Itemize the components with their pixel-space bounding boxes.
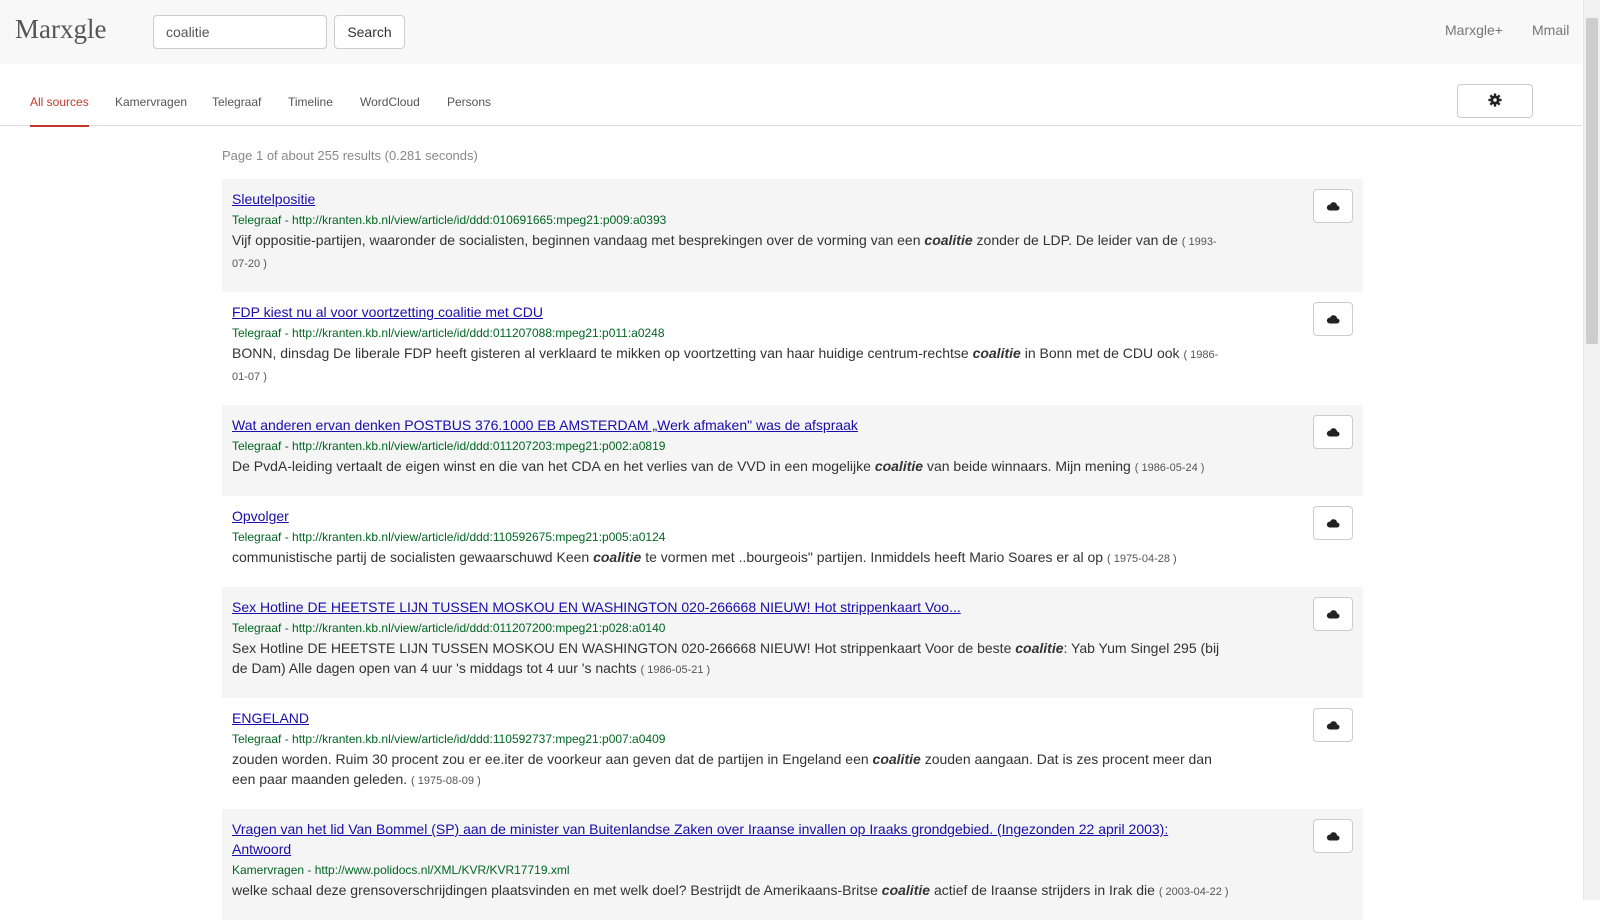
result-snippet: Vijf oppositie-partijen, waaronder de so… (232, 230, 1232, 274)
result-title-link[interactable]: Opvolger (232, 506, 1192, 526)
cloud-button[interactable] (1313, 708, 1353, 742)
result-source-url: Telegraaf - http://kranten.kb.nl/view/ar… (232, 732, 666, 746)
result-item: Opvolger Telegraaf - http://kranten.kb.n… (222, 496, 1363, 587)
cloud-button[interactable] (1313, 819, 1353, 853)
result-date: ( 1975-08-09 ) (411, 775, 481, 787)
settings-button[interactable] (1457, 84, 1533, 118)
cloud-icon (1326, 428, 1340, 437)
top-navbar: Marxgle Search Marxgle+ Mmail (0, 0, 1582, 65)
tab-wordcloud[interactable]: WordCloud (360, 95, 420, 125)
result-item: Sleutelpositie Telegraaf - http://krante… (222, 179, 1363, 292)
result-source: Telegraaf (232, 439, 282, 453)
result-item: FDP kiest nu al voor voortzetting coalit… (222, 292, 1363, 405)
result-title-link[interactable]: Vragen van het lid Van Bommel (SP) aan d… (232, 819, 1192, 859)
result-source: Kamervragen (232, 863, 305, 877)
result-date: ( 2003-04-22 ) (1158, 886, 1229, 898)
result-item: Wat anderen ervan denken POSTBUS 376.100… (222, 405, 1363, 496)
snippet-highlight: coalitie (593, 549, 642, 565)
snippet-highlight: coalitie (1015, 640, 1064, 656)
snippet-text: in Bonn met de CDU ook (1024, 345, 1180, 361)
scrollbar-thumb[interactable] (1586, 18, 1598, 344)
result-snippet: De PvdA-leiding vertaalt de eigen winst … (232, 456, 1232, 478)
tab-persons[interactable]: Persons (447, 95, 491, 125)
cloud-icon (1326, 832, 1340, 841)
result-snippet: zouden worden. Ruim 30 procent zou er ee… (232, 749, 1232, 791)
tab-all-sources[interactable]: All sources (30, 95, 89, 127)
cloud-button[interactable] (1313, 189, 1353, 223)
marxgle-plus-link[interactable]: Marxgle+ (1445, 22, 1503, 38)
snippet-highlight: coalitie (972, 345, 1021, 361)
cloud-icon (1326, 315, 1340, 324)
snippet-text: zonder de LDP. De leider van de (976, 232, 1178, 248)
tab-timeline[interactable]: Timeline (288, 95, 333, 125)
cloud-icon (1326, 519, 1340, 528)
snippet-text: Sex Hotline DE HEETSTE LIJN TUSSEN MOSKO… (232, 640, 1012, 656)
result-item: ENGELAND Telegraaf - http://kranten.kb.n… (222, 698, 1363, 809)
result-snippet: Sex Hotline DE HEETSTE LIJN TUSSEN MOSKO… (232, 638, 1232, 680)
snippet-text: van beide winnaars. Mijn mening (926, 458, 1131, 474)
result-source-url: Kamervragen - http://www.polidocs.nl/XML… (232, 863, 570, 877)
result-url: http://kranten.kb.nl/view/article/id/ddd… (292, 732, 666, 746)
snippet-text: actief de Iraanse strijders in Irak die (933, 882, 1155, 898)
snippet-highlight: coalitie (881, 882, 931, 898)
result-date: ( 1986-05-21 ) (640, 664, 711, 676)
result-source-url: Telegraaf - http://kranten.kb.nl/view/ar… (232, 530, 666, 544)
result-source: Telegraaf (232, 621, 282, 635)
cloud-button[interactable] (1313, 597, 1353, 631)
cloud-icon (1326, 721, 1340, 730)
result-url: http://www.polidocs.nl/XML/KVR/KVR17719.… (314, 863, 570, 877)
snippet-text: BONN, dinsdag De liberale FDP heeft gist… (232, 345, 969, 361)
search-input[interactable] (153, 15, 327, 49)
cloud-icon (1326, 610, 1340, 619)
result-item: Sex Hotline DE HEETSTE LIJN TUSSEN MOSKO… (222, 587, 1363, 698)
snippet-text: De PvdA-leiding vertaalt de eigen winst … (232, 458, 871, 474)
result-title-link[interactable]: ENGELAND (232, 708, 1192, 728)
result-url: http://kranten.kb.nl/view/article/id/ddd… (292, 530, 666, 544)
search-button[interactable]: Search (334, 15, 405, 49)
result-snippet: communistische partij de socialisten gew… (232, 547, 1232, 569)
result-source-url: Telegraaf - http://kranten.kb.nl/view/ar… (232, 621, 666, 635)
tab-telegraaf[interactable]: Telegraaf (212, 95, 261, 125)
result-url: http://kranten.kb.nl/view/article/id/ddd… (292, 621, 666, 635)
result-source: Telegraaf (232, 732, 282, 746)
snippet-highlight: coalitie (872, 751, 921, 767)
cloud-button[interactable] (1313, 506, 1353, 540)
result-date: ( 1986-05-24 ) (1134, 462, 1205, 474)
result-source-url: Telegraaf - http://kranten.kb.nl/view/ar… (232, 439, 666, 453)
result-source-url: Telegraaf - http://kranten.kb.nl/view/ar… (232, 326, 665, 340)
result-title-link[interactable]: Wat anderen ervan denken POSTBUS 376.100… (232, 415, 1192, 435)
snippet-highlight: coalitie (924, 232, 973, 248)
snippet-text: te vormen met ..bourgeois" partijen. Inm… (645, 549, 1104, 565)
result-date: ( 1975-04-28 ) (1106, 553, 1177, 565)
brand-logo[interactable]: Marxgle (15, 14, 106, 45)
result-title-link[interactable]: FDP kiest nu al voor voortzetting coalit… (232, 302, 1192, 322)
result-source-url: Telegraaf - http://kranten.kb.nl/view/ar… (232, 213, 667, 227)
snippet-highlight: coalitie (874, 458, 924, 474)
result-source: Telegraaf (232, 213, 282, 227)
result-url: http://kranten.kb.nl/view/article/id/ddd… (292, 439, 666, 453)
page-scrollbar[interactable] (1583, 0, 1600, 900)
snippet-text: welke schaal deze grensoverschrijdingen … (232, 882, 878, 898)
snippet-text: Vijf oppositie-partijen, waaronder de so… (232, 232, 921, 248)
result-url: http://kranten.kb.nl/view/article/id/ddd… (292, 213, 667, 227)
result-snippet: BONN, dinsdag De liberale FDP heeft gist… (232, 343, 1232, 387)
mmail-link[interactable]: Mmail (1532, 22, 1569, 38)
source-tabs: All sources Kamervragen Telegraaf Timeli… (0, 64, 1582, 127)
snippet-text: communistische partij de socialisten gew… (232, 549, 590, 565)
gear-icon (1488, 92, 1502, 110)
results-meta: Page 1 of about 255 results (0.281 secon… (222, 148, 478, 163)
result-title-link[interactable]: Sleutelpositie (232, 189, 1192, 209)
result-title-link[interactable]: Sex Hotline DE HEETSTE LIJN TUSSEN MOSKO… (232, 597, 1192, 617)
result-source: Telegraaf (232, 530, 282, 544)
tab-kamervragen[interactable]: Kamervragen (115, 95, 187, 125)
cloud-button[interactable] (1313, 415, 1353, 449)
cloud-icon (1326, 202, 1340, 211)
snippet-text: zouden worden. Ruim 30 procent zou er ee… (232, 751, 869, 767)
result-source: Telegraaf (232, 326, 282, 340)
results-list: Sleutelpositie Telegraaf - http://krante… (222, 179, 1363, 920)
result-item: Vragen van het lid Van Bommel (SP) aan d… (222, 809, 1363, 920)
cloud-button[interactable] (1313, 302, 1353, 336)
result-snippet: welke schaal deze grensoverschrijdingen … (232, 880, 1232, 902)
result-url: http://kranten.kb.nl/view/article/id/ddd… (292, 326, 665, 340)
